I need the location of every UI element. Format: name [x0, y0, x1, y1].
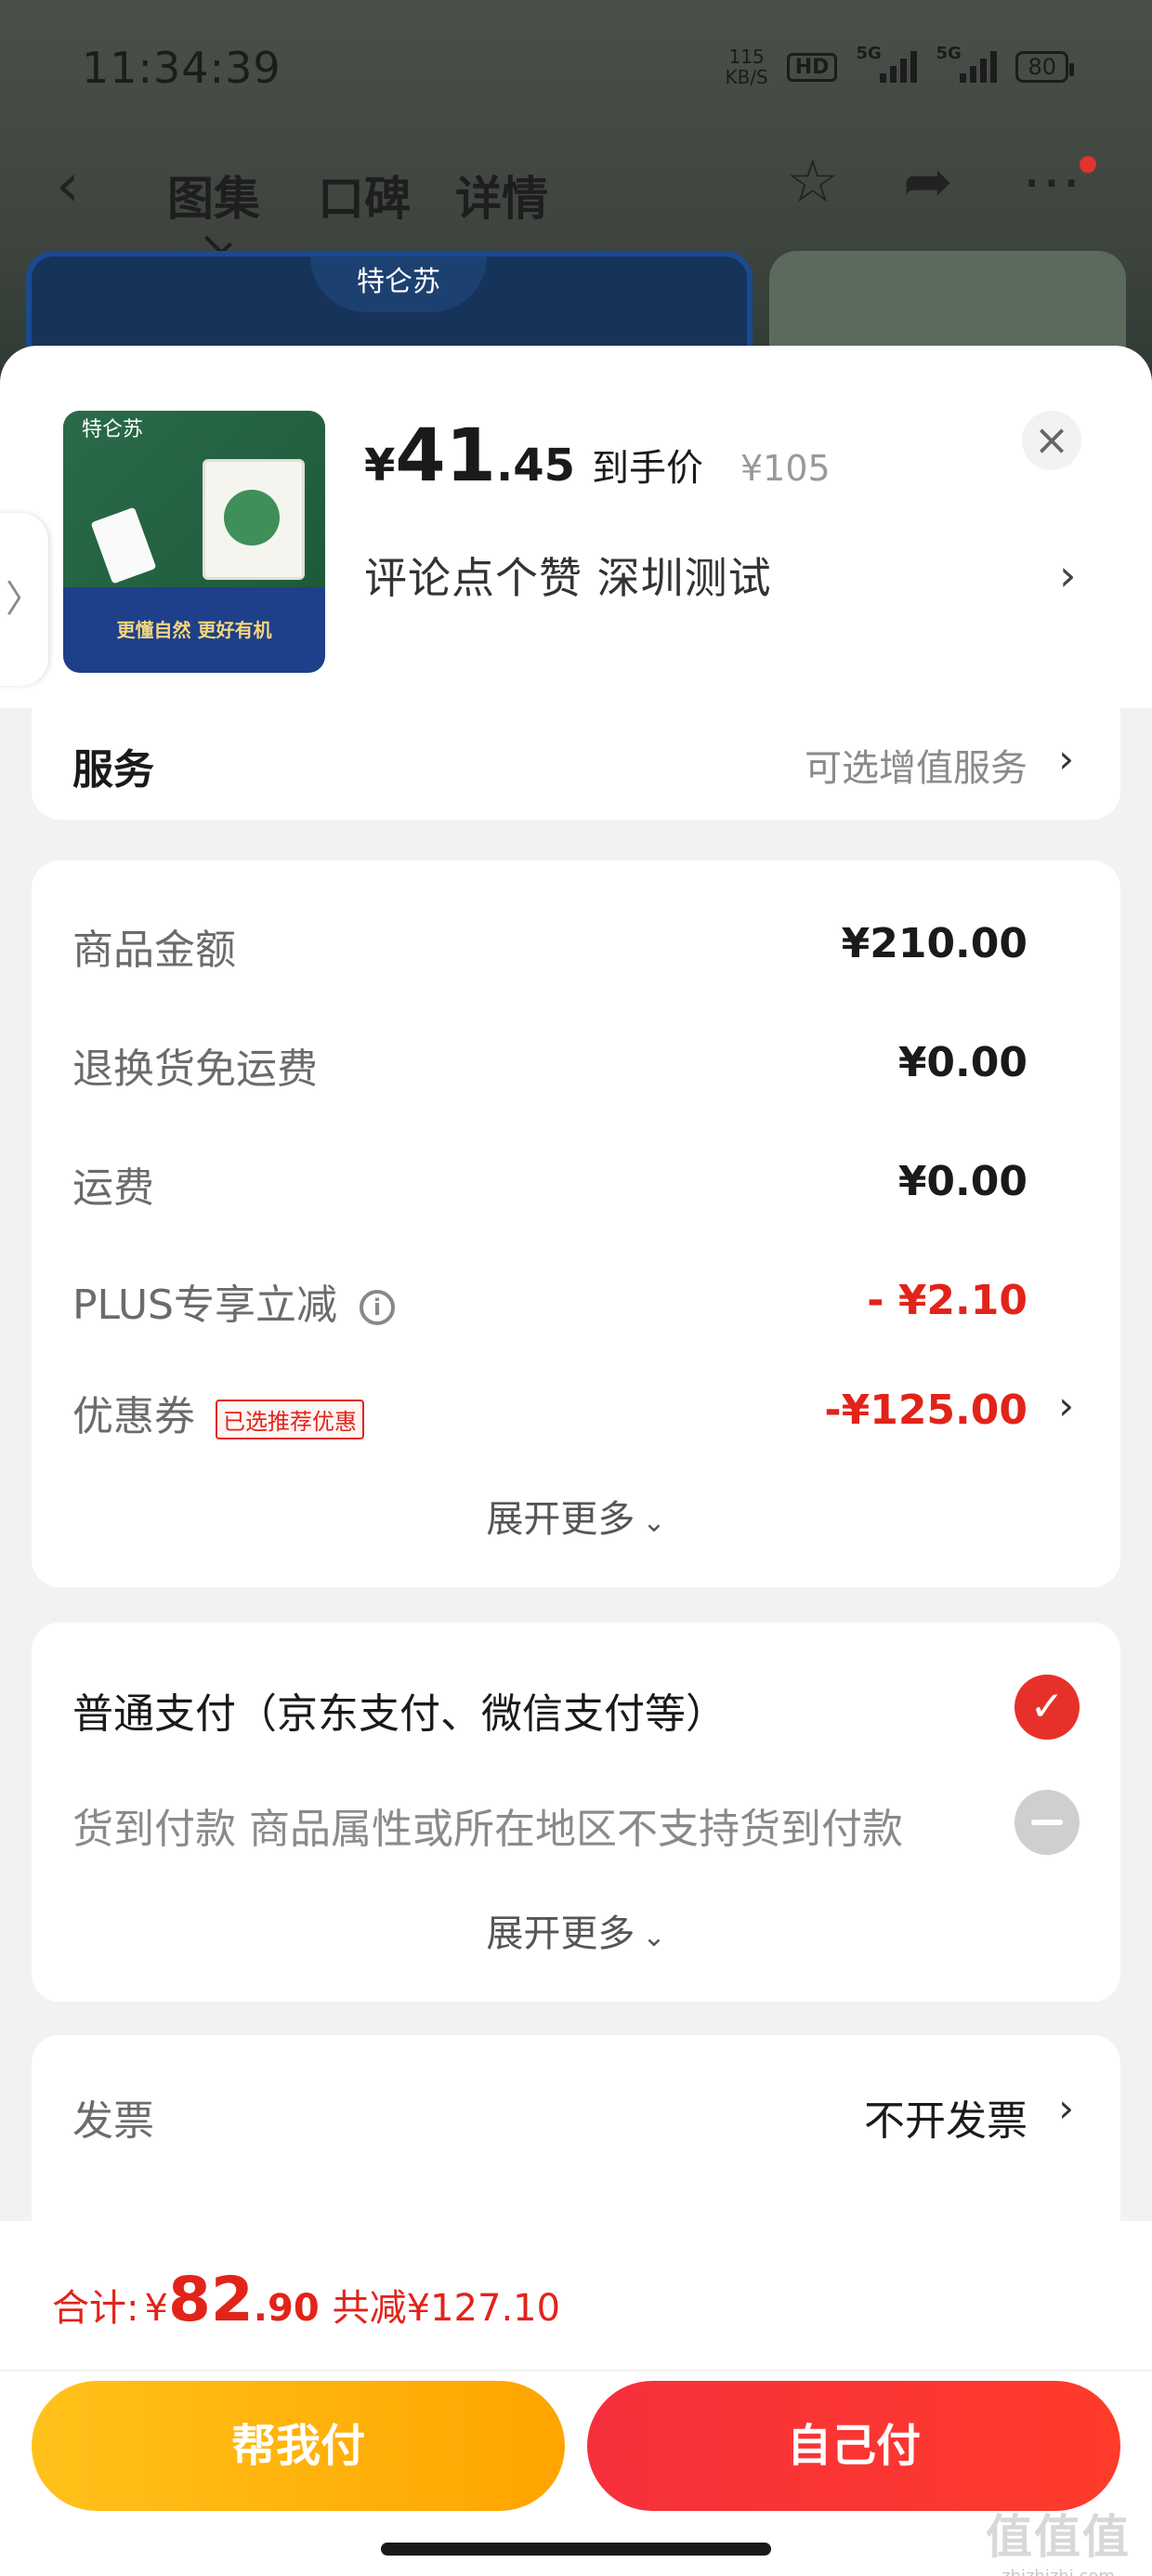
- back-icon[interactable]: ‹: [56, 156, 80, 216]
- invoice-label: 发票: [72, 2097, 154, 2145]
- self-pay-button[interactable]: 自己付: [587, 2381, 1120, 2511]
- status-bar: 11:34:39 115 KB/S HD 5G 5G 80: [0, 0, 1152, 139]
- tab-gallery[interactable]: 图集: [167, 162, 260, 229]
- banner-brand: 特仑苏: [310, 256, 487, 312]
- total-integer: 82: [167, 2264, 254, 2335]
- plus-discount-label: PLUS专享立减: [72, 1281, 337, 1329]
- tab-reviews[interactable]: 口碑: [318, 162, 411, 229]
- chevron-down-icon: ⌄: [642, 1506, 666, 1539]
- checkmark-selected-icon[interactable]: ✓: [1015, 1675, 1080, 1740]
- total-decimal: .90: [253, 2287, 320, 2330]
- info-icon[interactable]: i: [360, 1290, 395, 1325]
- plus-discount-value: - ¥2.10: [867, 1277, 1028, 1324]
- price-integer: 41: [395, 414, 496, 498]
- coupon-value[interactable]: -¥125.00: [824, 1387, 1028, 1434]
- coupon-recommended-badge: 已选推荐优惠: [216, 1399, 364, 1439]
- hd-icon: HD: [786, 52, 838, 82]
- coupon-label: 优惠券: [72, 1393, 195, 1440]
- help-pay-button[interactable]: 帮我付: [32, 2381, 565, 2511]
- footer-divider: [0, 2370, 1152, 2372]
- chevron-down-icon: ⌄: [642, 1921, 666, 1953]
- checkout-footer: 合计: ¥ 82 .90 共减¥127.10 帮我付 自己付 值值值 zhizh…: [0, 2221, 1152, 2576]
- payment-normal-label[interactable]: 普通支付（京东支付、微信支付等）: [72, 1680, 727, 1740]
- goods-amount-value: ¥210.00: [841, 920, 1028, 967]
- notification-dot: [1080, 156, 1096, 173]
- background-page: 11:34:39 115 KB/S HD 5G 5G 80 ‹ 图集 口碑 详情…: [0, 0, 1152, 400]
- payment-card: 普通支付（京东支付、微信支付等） ✓ 货到付款 商品属性或所在地区不支持货到付款…: [32, 1623, 1120, 2002]
- total-currency: ¥: [144, 2287, 168, 2330]
- tab-details[interactable]: 详情: [455, 162, 548, 229]
- shipping-value: ¥0.00: [897, 1158, 1028, 1205]
- amount-card: 商品金额 ¥210.00 退换货免运费 ¥0.00 运费 ¥0.00 PLUS专…: [32, 861, 1120, 1587]
- home-indicator[interactable]: [381, 2543, 771, 2556]
- return-shipping-label: 退换货免运费: [72, 1045, 318, 1093]
- product-summary: 特仑苏 更懂自然 更好有机 ¥ 41 .45 到手价 ¥105 × 评论点个赞 …: [0, 346, 1152, 708]
- price-line: ¥ 41 .45 到手价 ¥105: [364, 420, 831, 493]
- invoice-value: 不开发票: [864, 2097, 1028, 2145]
- thumbnail-gift-box: [203, 459, 305, 580]
- share-icon[interactable]: ➦: [903, 152, 953, 212]
- amount-expand-more[interactable]: 展开更多 ⌄: [32, 1489, 1120, 1543]
- thumbnail-brand: 特仑苏: [82, 418, 144, 441]
- signal-icon: 5G: [856, 44, 918, 83]
- signal-icon-2: 5G: [936, 44, 998, 83]
- watermark: 值值值 zhizhizhi.com: [979, 2500, 1137, 2576]
- total-label: 合计:: [52, 2287, 139, 2330]
- price-decimal: .45: [495, 440, 575, 492]
- service-chevron-icon: ›: [1058, 736, 1074, 782]
- net-speed-unit: KB/S: [725, 66, 768, 88]
- product-subinfo[interactable]: 评论点个赞 深圳测试: [364, 545, 772, 606]
- service-value: 可选增值服务: [805, 747, 1028, 790]
- coupon-chevron-icon[interactable]: ›: [1058, 1383, 1074, 1428]
- shipping-label: 运费: [72, 1164, 154, 1212]
- disabled-minus-icon: [1015, 1790, 1080, 1855]
- coupon-row[interactable]: 优惠券 已选推荐优惠: [72, 1383, 364, 1442]
- net-speed-value: 115: [728, 46, 765, 68]
- payment-expand-label: 展开更多: [486, 1912, 635, 1955]
- signal-label-2: 5G: [936, 44, 962, 63]
- total-line: 合计: ¥ 82 .90 共减¥127.10: [52, 2264, 560, 2335]
- thumbnail-slogan: 更懂自然 更好有机: [116, 619, 272, 641]
- amount-expand-label: 展开更多: [486, 1498, 635, 1541]
- status-time: 11:34:39: [82, 43, 281, 93]
- service-label: 服务: [72, 746, 154, 794]
- top-nav: ‹ 图集 口碑 详情 ☆ ➦ ⋯: [0, 139, 1152, 242]
- original-price: ¥105: [740, 448, 831, 489]
- watermark-url: zhizhizhi.com: [979, 2567, 1137, 2576]
- favorite-star-icon[interactable]: ☆: [786, 152, 839, 212]
- goods-amount-label: 商品金额: [72, 927, 236, 974]
- price-label: 到手价: [591, 447, 703, 490]
- price-currency: ¥: [364, 440, 396, 492]
- watermark-logo: 值值值: [986, 2510, 1131, 2564]
- side-drawer-handle-icon[interactable]: 〉: [0, 513, 48, 686]
- network-speed: 115 KB/S: [725, 46, 767, 87]
- subinfo-chevron-icon[interactable]: ›: [1059, 550, 1076, 600]
- plus-discount-row: PLUS专享立减 i: [72, 1271, 395, 1331]
- payment-expand-more[interactable]: 展开更多 ⌄: [32, 1903, 1120, 1957]
- invoice-chevron-icon: ›: [1058, 2085, 1074, 2131]
- more-icon[interactable]: ⋯: [1022, 152, 1081, 212]
- signal-label: 5G: [856, 44, 882, 63]
- return-shipping-value: ¥0.00: [897, 1039, 1028, 1086]
- battery-icon: 80: [1015, 51, 1074, 83]
- payment-cod-label: 货到付款 商品属性或所在地区不支持货到付款: [72, 1806, 903, 1853]
- product-thumbnail[interactable]: 特仑苏 更懂自然 更好有机: [63, 411, 325, 673]
- status-icons: 115 KB/S HD 5G 5G 80: [725, 44, 1074, 87]
- close-icon[interactable]: ×: [1022, 411, 1081, 470]
- total-savings: 共减¥127.10: [332, 2287, 561, 2330]
